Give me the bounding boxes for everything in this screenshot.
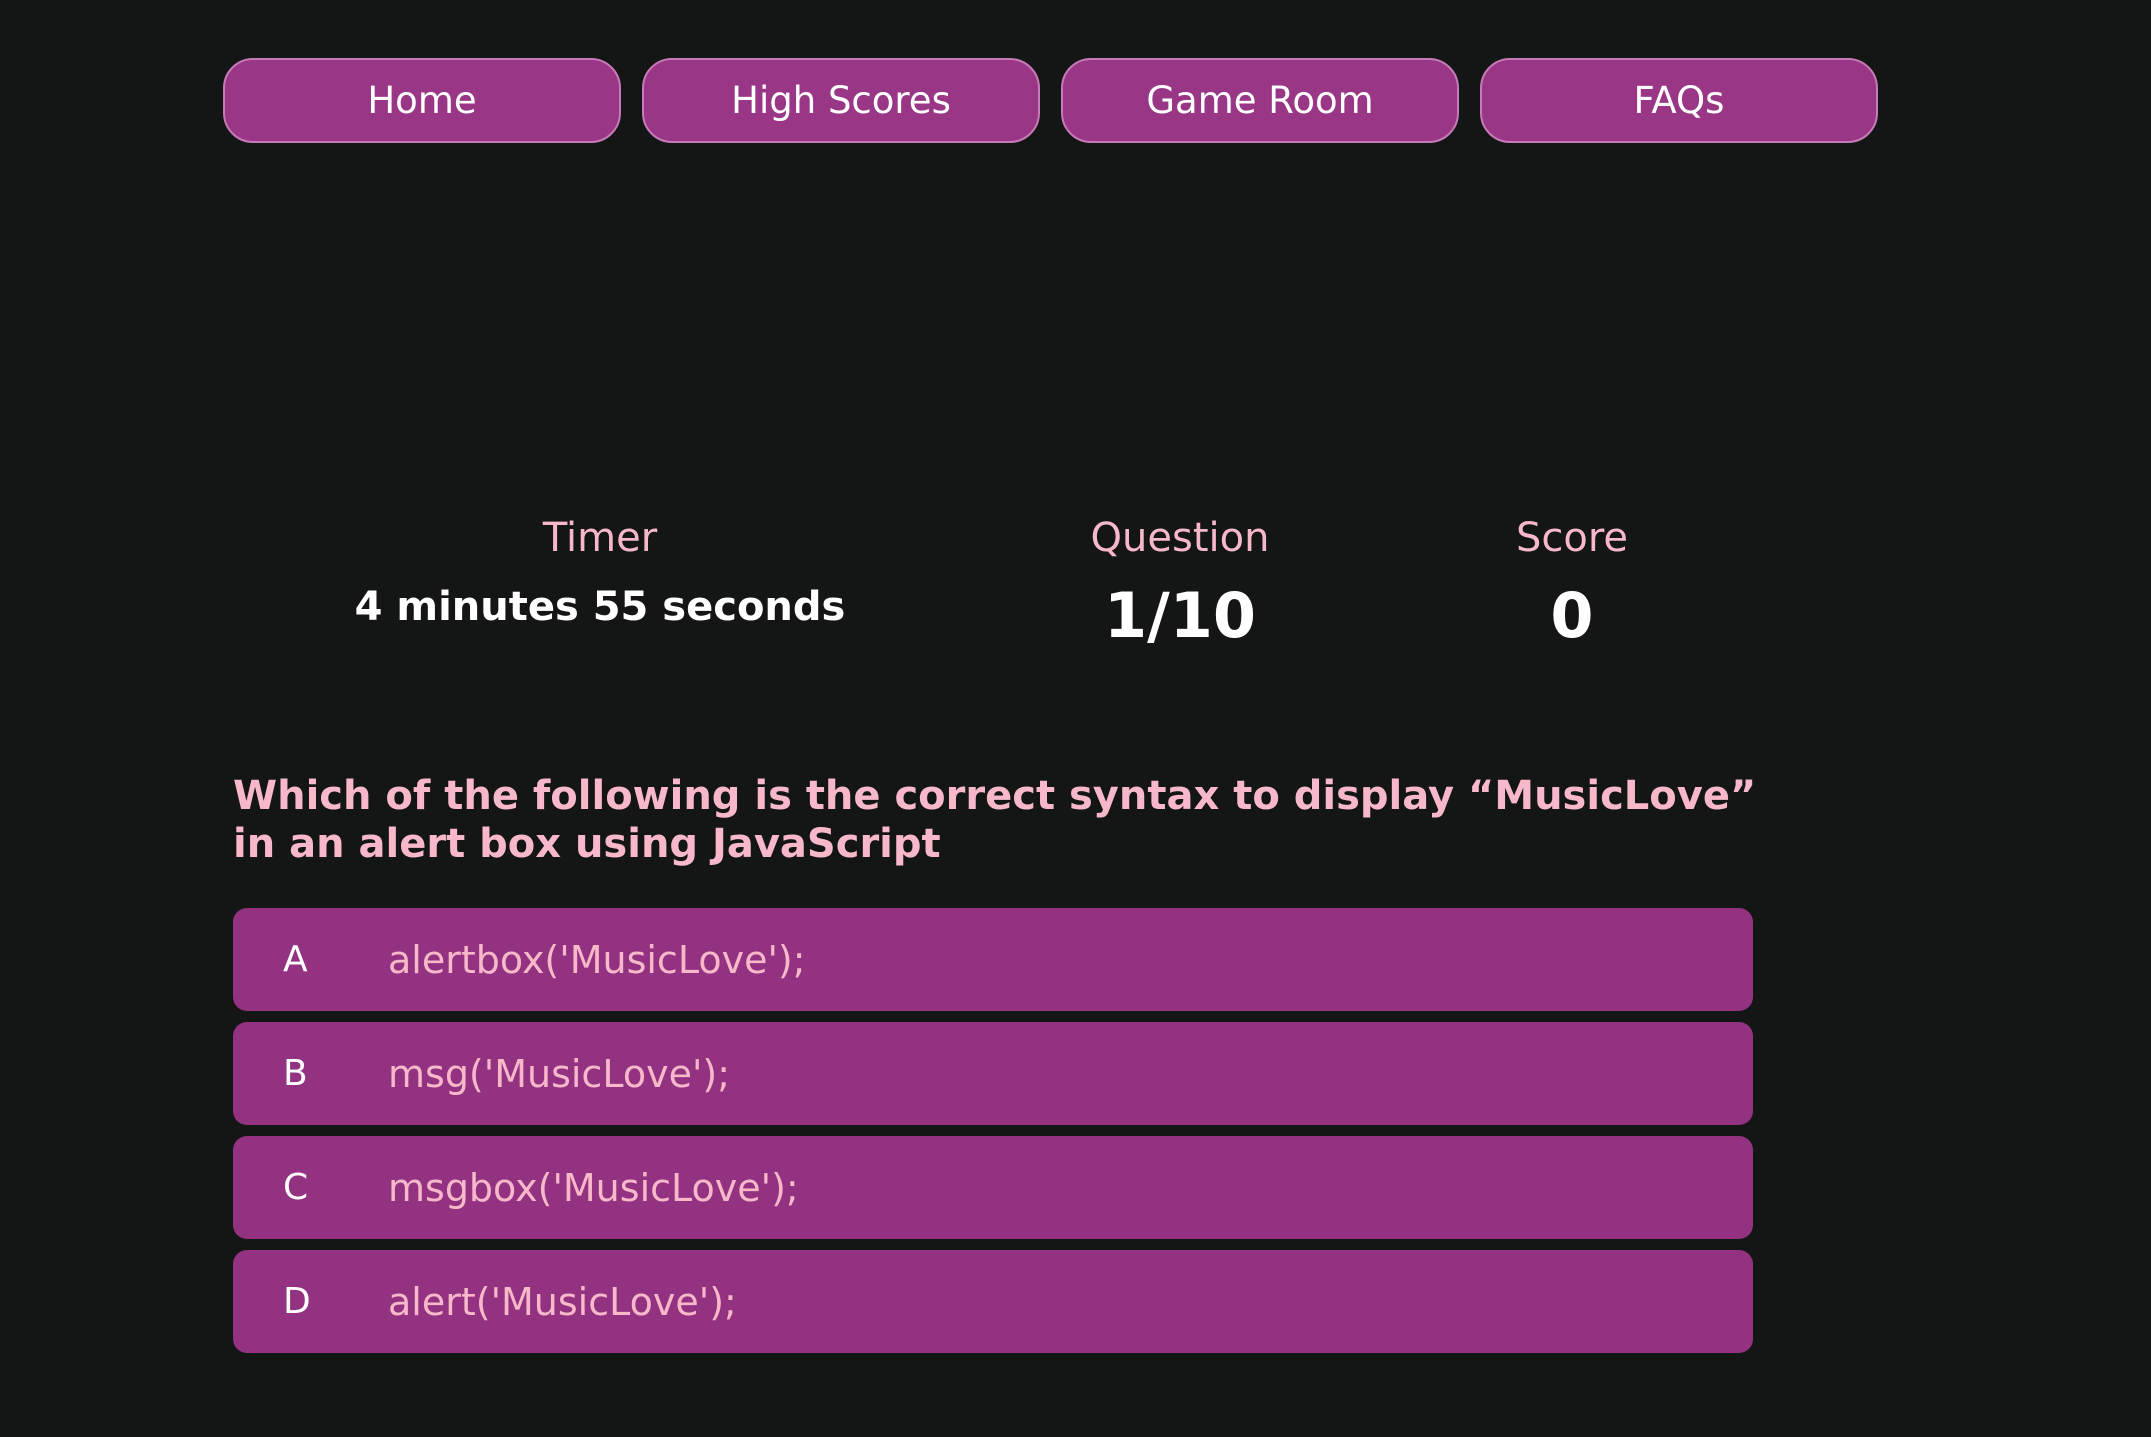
score-panel: Score 0 xyxy=(1422,518,1722,647)
quiz-page: Home High Scores Game Room FAQs Timer 4 … xyxy=(0,0,2151,1437)
answer-text: alert('MusicLove'); xyxy=(388,1279,737,1324)
nav-game-room-button[interactable]: Game Room xyxy=(1061,58,1459,143)
score-label: Score xyxy=(1515,515,1629,561)
answer-letter: B xyxy=(283,1053,308,1094)
answer-text: alertbox('MusicLove'); xyxy=(388,937,806,982)
question-counter-label: Question xyxy=(1090,515,1270,561)
question-counter-value: 1/10 xyxy=(1103,579,1257,652)
answer-text: msg('MusicLove'); xyxy=(388,1051,731,1096)
timer-label: Timer xyxy=(542,515,658,561)
answer-letter: D xyxy=(283,1281,311,1322)
nav-high-scores-button[interactable]: High Scores xyxy=(642,58,1040,143)
answer-letter: C xyxy=(283,1167,309,1208)
question-text: Which of the following is the correct sy… xyxy=(233,773,1757,867)
question-counter-panel: Question 1/10 xyxy=(1030,518,1330,647)
answer-option-c[interactable]: C msgbox('MusicLove'); xyxy=(233,1136,1753,1239)
answer-text: msgbox('MusicLove'); xyxy=(388,1165,799,1210)
nav-faqs-button[interactable]: FAQs xyxy=(1480,58,1878,143)
answer-letter: A xyxy=(283,939,308,980)
answer-option-d[interactable]: D alert('MusicLove'); xyxy=(233,1250,1753,1353)
answer-option-a[interactable]: A alertbox('MusicLove'); xyxy=(233,908,1753,1011)
timer-panel: Timer 4 minutes 55 seconds xyxy=(300,518,900,627)
nav-home-button[interactable]: Home xyxy=(223,58,621,143)
score-value: 0 xyxy=(1550,579,1594,652)
top-nav: Home High Scores Game Room FAQs xyxy=(223,58,1878,143)
timer-value: 4 minutes 55 seconds xyxy=(354,584,846,630)
answer-list: A alertbox('MusicLove'); B msg('MusicLov… xyxy=(233,908,1753,1364)
answer-option-b[interactable]: B msg('MusicLove'); xyxy=(233,1022,1753,1125)
